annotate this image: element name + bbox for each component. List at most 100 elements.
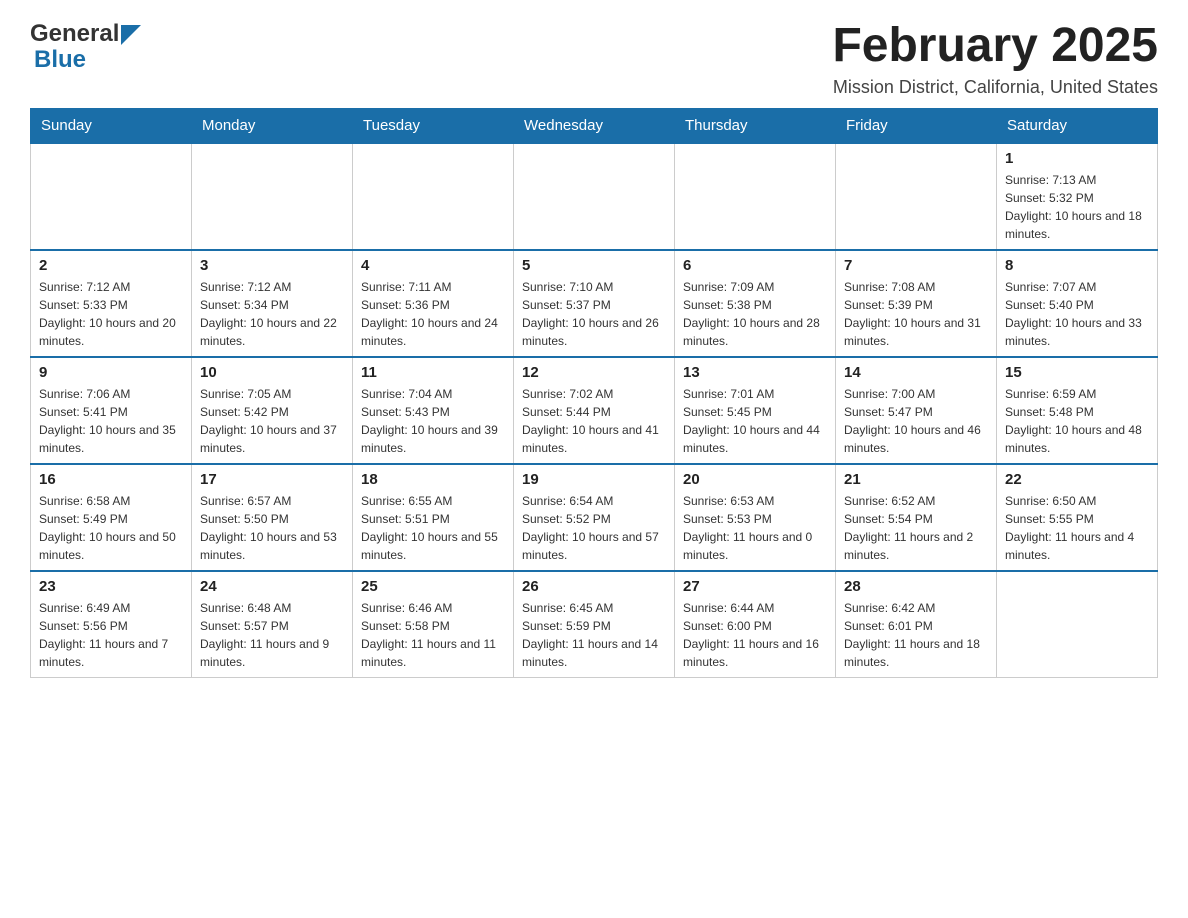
calendar-week-row: 1 Sunrise: 7:13 AMSunset: 5:32 PMDaylight… xyxy=(31,143,1158,250)
day-info: Sunrise: 7:06 AMSunset: 5:41 PMDaylight:… xyxy=(39,385,183,457)
calendar-cell: 15 Sunrise: 6:59 AMSunset: 5:48 PMDayligh… xyxy=(997,357,1158,464)
calendar-cell: 7 Sunrise: 7:08 AMSunset: 5:39 PMDaylight… xyxy=(836,250,997,357)
day-info: Sunrise: 7:04 AMSunset: 5:43 PMDaylight:… xyxy=(361,385,505,457)
day-number: 28 xyxy=(844,578,988,595)
calendar-cell: 9 Sunrise: 7:06 AMSunset: 5:41 PMDaylight… xyxy=(31,357,192,464)
calendar-cell xyxy=(353,143,514,250)
day-info: Sunrise: 6:57 AMSunset: 5:50 PMDaylight:… xyxy=(200,492,344,564)
calendar-table: SundayMondayTuesdayWednesdayThursdayFrid… xyxy=(30,108,1158,678)
calendar-week-row: 23 Sunrise: 6:49 AMSunset: 5:56 PMDayligh… xyxy=(31,571,1158,678)
subtitle: Mission District, California, United Sta… xyxy=(832,77,1158,98)
day-info: Sunrise: 7:09 AMSunset: 5:38 PMDaylight:… xyxy=(683,278,827,350)
day-number: 18 xyxy=(361,471,505,488)
calendar-cell: 4 Sunrise: 7:11 AMSunset: 5:36 PMDaylight… xyxy=(353,250,514,357)
calendar-cell: 12 Sunrise: 7:02 AMSunset: 5:44 PMDayligh… xyxy=(514,357,675,464)
calendar-day-header: Saturday xyxy=(997,108,1158,143)
day-number: 2 xyxy=(39,257,183,274)
calendar-day-header: Monday xyxy=(192,108,353,143)
calendar-cell xyxy=(836,143,997,250)
calendar-cell: 18 Sunrise: 6:55 AMSunset: 5:51 PMDayligh… xyxy=(353,464,514,571)
calendar-cell: 21 Sunrise: 6:52 AMSunset: 5:54 PMDayligh… xyxy=(836,464,997,571)
day-number: 8 xyxy=(1005,257,1149,274)
day-number: 11 xyxy=(361,364,505,381)
calendar-day-header: Tuesday xyxy=(353,108,514,143)
day-info: Sunrise: 6:55 AMSunset: 5:51 PMDaylight:… xyxy=(361,492,505,564)
day-info: Sunrise: 6:44 AMSunset: 6:00 PMDaylight:… xyxy=(683,599,827,671)
day-number: 25 xyxy=(361,578,505,595)
page-header: General Blue February 2025 Mission Distr… xyxy=(30,20,1158,98)
day-info: Sunrise: 6:53 AMSunset: 5:53 PMDaylight:… xyxy=(683,492,827,564)
calendar-cell: 6 Sunrise: 7:09 AMSunset: 5:38 PMDaylight… xyxy=(675,250,836,357)
day-number: 19 xyxy=(522,471,666,488)
day-number: 21 xyxy=(844,471,988,488)
calendar-day-header: Friday xyxy=(836,108,997,143)
day-number: 10 xyxy=(200,364,344,381)
calendar-cell xyxy=(675,143,836,250)
day-number: 16 xyxy=(39,471,183,488)
calendar-cell: 22Sunrise: 6:50 AMSunset: 5:55 PMDayligh… xyxy=(997,464,1158,571)
day-info: Sunrise: 6:52 AMSunset: 5:54 PMDaylight:… xyxy=(844,492,988,564)
calendar-cell xyxy=(997,571,1158,678)
day-number: 3 xyxy=(200,257,344,274)
day-info: Sunrise: 7:07 AMSunset: 5:40 PMDaylight:… xyxy=(1005,278,1149,350)
logo-blue-text: Blue xyxy=(34,46,86,74)
calendar-cell: 20 Sunrise: 6:53 AMSunset: 5:53 PMDayligh… xyxy=(675,464,836,571)
calendar-cell xyxy=(31,143,192,250)
day-number: 24 xyxy=(200,578,344,595)
day-info: Sunrise: 7:02 AMSunset: 5:44 PMDaylight:… xyxy=(522,385,666,457)
calendar-cell: 23 Sunrise: 6:49 AMSunset: 5:56 PMDayligh… xyxy=(31,571,192,678)
logo-triangle-icon xyxy=(121,25,141,45)
day-info: Sunrise: 7:01 AMSunset: 5:45 PMDaylight:… xyxy=(683,385,827,457)
day-number: 9 xyxy=(39,364,183,381)
calendar-cell: 27 Sunrise: 6:44 AMSunset: 6:00 PMDayligh… xyxy=(675,571,836,678)
day-info: Sunrise: 7:12 AMSunset: 5:34 PMDaylight:… xyxy=(200,278,344,350)
day-number: 13 xyxy=(683,364,827,381)
day-number: 17 xyxy=(200,471,344,488)
day-info: Sunrise: 6:58 AMSunset: 5:49 PMDaylight:… xyxy=(39,492,183,564)
calendar-cell: 17 Sunrise: 6:57 AMSunset: 5:50 PMDayligh… xyxy=(192,464,353,571)
day-info: Sunrise: 6:42 AMSunset: 6:01 PMDaylight:… xyxy=(844,599,988,671)
calendar-cell: 11 Sunrise: 7:04 AMSunset: 5:43 PMDayligh… xyxy=(353,357,514,464)
day-number: 1 xyxy=(1005,150,1149,167)
day-number: 27 xyxy=(683,578,827,595)
title-section: February 2025 Mission District, Californ… xyxy=(832,20,1158,98)
calendar-week-row: 2Sunrise: 7:12 AMSunset: 5:33 PMDaylight… xyxy=(31,250,1158,357)
calendar-cell: 16 Sunrise: 6:58 AMSunset: 5:49 PMDayligh… xyxy=(31,464,192,571)
day-info: Sunrise: 7:00 AMSunset: 5:47 PMDaylight:… xyxy=(844,385,988,457)
logo-general-text: General xyxy=(30,20,119,48)
day-number: 5 xyxy=(522,257,666,274)
calendar-day-header: Sunday xyxy=(31,108,192,143)
day-number: 20 xyxy=(683,471,827,488)
day-number: 22 xyxy=(1005,471,1149,488)
day-number: 6 xyxy=(683,257,827,274)
calendar-week-row: 9 Sunrise: 7:06 AMSunset: 5:41 PMDaylight… xyxy=(31,357,1158,464)
day-info: Sunrise: 7:08 AMSunset: 5:39 PMDaylight:… xyxy=(844,278,988,350)
day-info: Sunrise: 6:59 AMSunset: 5:48 PMDaylight:… xyxy=(1005,385,1149,457)
calendar-day-header: Wednesday xyxy=(514,108,675,143)
calendar-cell: 26 Sunrise: 6:45 AMSunset: 5:59 PMDayligh… xyxy=(514,571,675,678)
main-title: February 2025 xyxy=(832,20,1158,73)
day-number: 7 xyxy=(844,257,988,274)
day-info: Sunrise: 7:13 AMSunset: 5:32 PMDaylight:… xyxy=(1005,171,1149,243)
calendar-cell: 3 Sunrise: 7:12 AMSunset: 5:34 PMDaylight… xyxy=(192,250,353,357)
day-info: Sunrise: 6:54 AMSunset: 5:52 PMDaylight:… xyxy=(522,492,666,564)
calendar-cell: 1 Sunrise: 7:13 AMSunset: 5:32 PMDaylight… xyxy=(997,143,1158,250)
day-number: 15 xyxy=(1005,364,1149,381)
day-number: 14 xyxy=(844,364,988,381)
logo: General Blue xyxy=(30,20,141,74)
calendar-day-header: Thursday xyxy=(675,108,836,143)
calendar-cell xyxy=(514,143,675,250)
day-number: 4 xyxy=(361,257,505,274)
day-info: Sunrise: 7:05 AMSunset: 5:42 PMDaylight:… xyxy=(200,385,344,457)
day-number: 12 xyxy=(522,364,666,381)
day-number: 26 xyxy=(522,578,666,595)
day-info: Sunrise: 6:49 AMSunset: 5:56 PMDaylight:… xyxy=(39,599,183,671)
calendar-cell: 24 Sunrise: 6:48 AMSunset: 5:57 PMDayligh… xyxy=(192,571,353,678)
day-info: Sunrise: 6:48 AMSunset: 5:57 PMDaylight:… xyxy=(200,599,344,671)
calendar-cell: 19 Sunrise: 6:54 AMSunset: 5:52 PMDayligh… xyxy=(514,464,675,571)
calendar-week-row: 16 Sunrise: 6:58 AMSunset: 5:49 PMDayligh… xyxy=(31,464,1158,571)
day-info: Sunrise: 7:11 AMSunset: 5:36 PMDaylight:… xyxy=(361,278,505,350)
calendar-cell: 25Sunrise: 6:46 AMSunset: 5:58 PMDayligh… xyxy=(353,571,514,678)
day-number: 23 xyxy=(39,578,183,595)
day-info: Sunrise: 6:45 AMSunset: 5:59 PMDaylight:… xyxy=(522,599,666,671)
